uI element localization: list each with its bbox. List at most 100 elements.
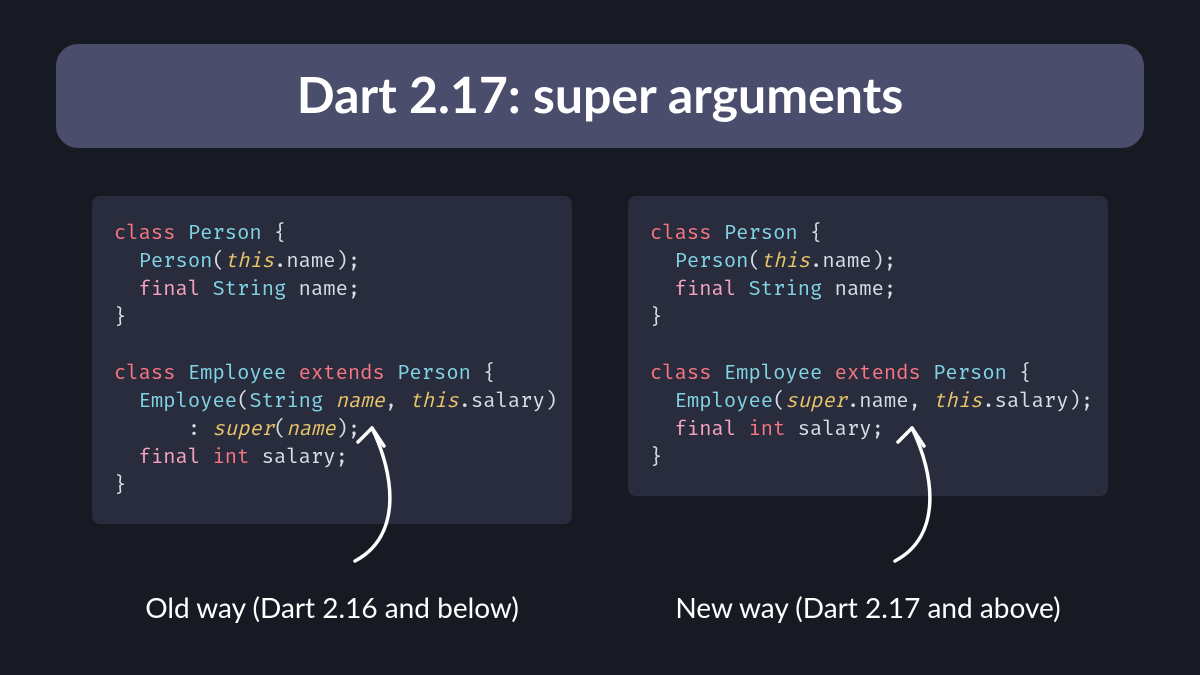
- column-old: class Person { Person(this.name); final …: [92, 196, 572, 624]
- code-token: final: [139, 278, 201, 302]
- code-token: salary: [262, 446, 336, 470]
- code-token: extends: [835, 362, 921, 386]
- code-token: (: [237, 390, 249, 414]
- code-token: super: [785, 390, 847, 414]
- code-token: Person: [724, 222, 798, 246]
- code-token: Person: [188, 222, 262, 246]
- code-token: name: [859, 390, 908, 414]
- code-token: ;: [872, 418, 884, 442]
- code-token: ;: [348, 278, 360, 302]
- code-token: .: [459, 390, 471, 414]
- code-token: (: [274, 418, 286, 442]
- code-token: [114, 250, 139, 274]
- code-token: );: [872, 250, 897, 274]
- code-token: [114, 446, 139, 470]
- code-token: ): [545, 390, 557, 414]
- code-token: Person: [675, 250, 749, 274]
- code-token: this: [933, 390, 982, 414]
- code-token: [286, 362, 298, 386]
- code-token: .: [274, 250, 286, 274]
- code-token: [114, 418, 188, 442]
- code-token: (: [773, 390, 785, 414]
- code-token: [798, 222, 810, 246]
- code-token: name: [822, 250, 871, 274]
- code-token: Person: [139, 250, 213, 274]
- code-token: Employee: [188, 362, 286, 386]
- code-token: String: [212, 278, 286, 302]
- code-token: [822, 362, 834, 386]
- code-token: {: [810, 222, 822, 246]
- code-token: [1007, 362, 1019, 386]
- code-token: [286, 278, 298, 302]
- caption-new: New way (Dart 2.17 and above): [628, 590, 1108, 624]
- code-token: }: [114, 306, 126, 330]
- code-token: salary: [798, 418, 872, 442]
- code-token: name: [835, 278, 884, 302]
- code-token: [200, 418, 212, 442]
- code-token: }: [114, 474, 126, 498]
- page-title: Dart 2.17: super arguments: [56, 44, 1144, 148]
- code-token: ;: [336, 446, 348, 470]
- code-token: extends: [299, 362, 385, 386]
- code-token: class: [114, 362, 176, 386]
- code-token: ,: [385, 390, 397, 414]
- code-token: );: [336, 250, 361, 274]
- code-token: name: [286, 418, 335, 442]
- code-token: name: [336, 390, 385, 414]
- code-token: {: [1019, 362, 1031, 386]
- code-token: [176, 222, 188, 246]
- code-token: final: [675, 278, 737, 302]
- code-token: super: [212, 418, 274, 442]
- code-token: (: [212, 250, 224, 274]
- code-token: name: [299, 278, 348, 302]
- code-token: );: [1069, 390, 1094, 414]
- code-token: :: [188, 418, 200, 442]
- code-token: .: [847, 390, 859, 414]
- code-token: final: [675, 418, 737, 442]
- code-token: this: [409, 390, 458, 414]
- code-token: final: [139, 446, 201, 470]
- code-token: [200, 446, 212, 470]
- column-new: class Person { Person(this.name); final …: [628, 196, 1108, 624]
- code-token: [323, 390, 335, 414]
- code-token: [176, 362, 188, 386]
- code-token: [650, 250, 675, 274]
- code-token: .: [982, 390, 994, 414]
- code-token: [785, 418, 797, 442]
- code-block-new: class Person { Person(this.name); final …: [628, 196, 1108, 496]
- code-token: salary: [995, 390, 1069, 414]
- code-token: [114, 278, 139, 302]
- code-token: Employee: [724, 362, 822, 386]
- code-token: ,: [909, 390, 921, 414]
- code-token: [650, 418, 675, 442]
- code-token: this: [225, 250, 274, 274]
- code-token: [262, 222, 274, 246]
- code-token: class: [650, 222, 712, 246]
- code-token: .: [810, 250, 822, 274]
- code-token: salary: [471, 390, 545, 414]
- code-token: class: [114, 222, 176, 246]
- code-token: [385, 362, 397, 386]
- caption-old: Old way (Dart 2.16 and below): [92, 590, 572, 624]
- code-token: Person: [397, 362, 471, 386]
- code-token: this: [761, 250, 810, 274]
- code-token: ;: [884, 278, 896, 302]
- code-token: [736, 418, 748, 442]
- code-token: [200, 278, 212, 302]
- code-token: (: [748, 250, 760, 274]
- code-token: Person: [933, 362, 1007, 386]
- code-token: String: [748, 278, 822, 302]
- code-token: [736, 278, 748, 302]
- code-token: int: [212, 446, 249, 470]
- code-token: [712, 222, 724, 246]
- code-token: );: [336, 418, 361, 442]
- code-token: [650, 390, 675, 414]
- code-token: String: [249, 390, 323, 414]
- code-token: Employee: [675, 390, 773, 414]
- code-token: [712, 362, 724, 386]
- code-token: {: [274, 222, 286, 246]
- code-token: [114, 390, 139, 414]
- code-token: class: [650, 362, 712, 386]
- code-token: }: [650, 446, 662, 470]
- code-token: Employee: [139, 390, 237, 414]
